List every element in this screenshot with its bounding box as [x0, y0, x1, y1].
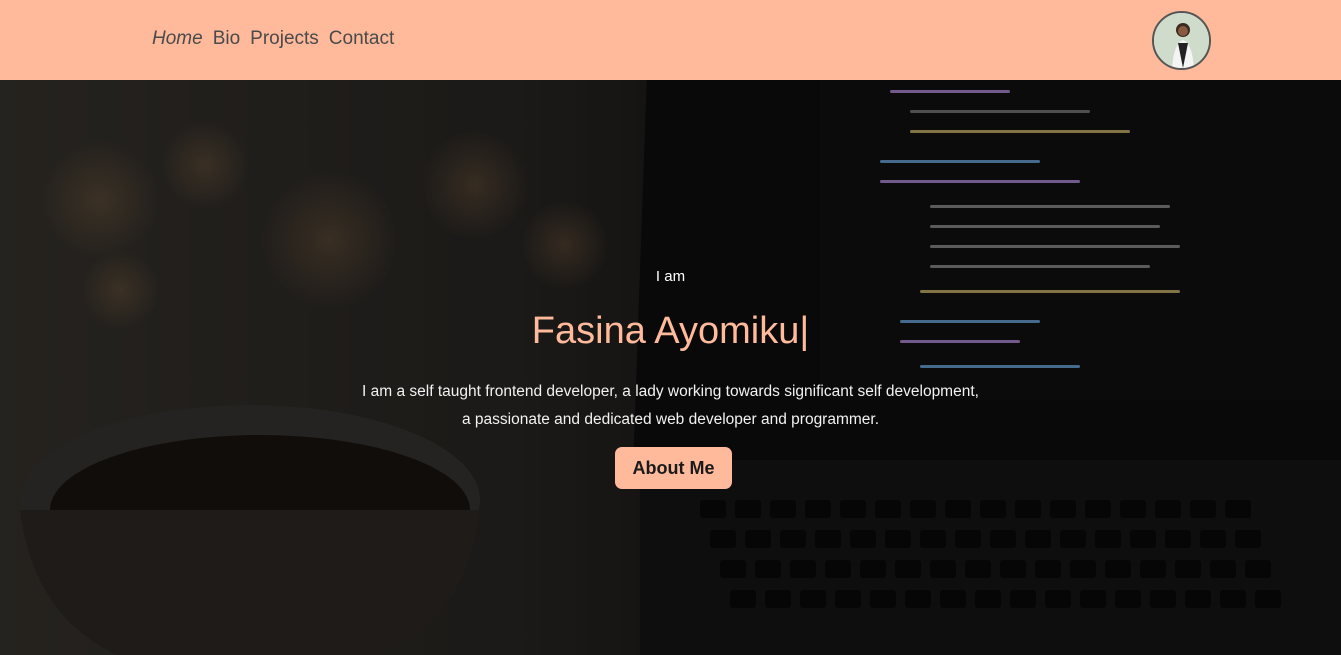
hero-description-line-2: a passionate and dedicated web developer… [461, 411, 880, 428]
hero-section: I am Fasina Ayomiku| I am a self taught … [0, 80, 1341, 655]
navbar: Home Bio Projects Contact [0, 0, 1341, 80]
nav-link-projects[interactable]: Projects [250, 28, 319, 50]
hero-intro: I am [655, 268, 686, 285]
hero-description: I am a self taught frontend developer, a… [0, 378, 1341, 434]
hero-content: I am Fasina Ayomiku| I am a self taught … [0, 80, 1341, 655]
typing-cursor: | [799, 310, 810, 352]
nav-link-contact[interactable]: Contact [329, 28, 394, 50]
avatar-photo-icon [1154, 13, 1209, 68]
hero-description-line-1: I am a self taught frontend developer, a… [362, 383, 979, 400]
hero-name: Fasina Ayomiku| [0, 310, 1341, 353]
profile-avatar[interactable] [1152, 11, 1211, 70]
nav-link-bio[interactable]: Bio [213, 28, 240, 50]
nav-links: Home Bio Projects Contact [152, 28, 394, 50]
about-me-button[interactable]: About Me [615, 447, 732, 489]
hero-name-text: Fasina Ayomiku [531, 310, 800, 352]
nav-link-home[interactable]: Home [152, 28, 203, 50]
